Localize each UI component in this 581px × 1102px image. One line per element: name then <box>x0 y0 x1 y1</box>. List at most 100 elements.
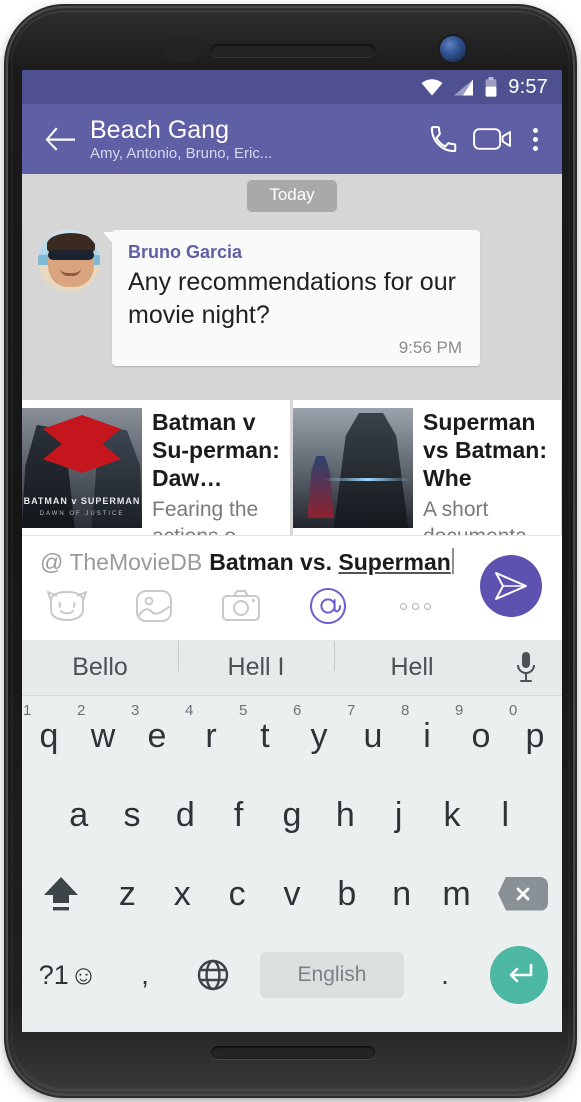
key-label: i <box>423 716 431 755</box>
poster-title-line1: BATMAN v SUPERMAN <box>23 496 141 506</box>
period-key[interactable]: . <box>414 959 476 991</box>
movie-results-carousel[interactable]: BATMAN v SUPERMAN DAWN OF JUSTICE Batman… <box>22 400 562 535</box>
date-chip-row: Today <box>22 174 562 212</box>
key-label: z <box>118 874 136 913</box>
enter-icon <box>509 963 533 983</box>
key-label: c <box>228 874 246 913</box>
wifi-icon <box>421 78 443 96</box>
key-t[interactable]: 5t <box>238 696 292 775</box>
on-screen-keyboard: Bello Hell I Hell 1q 2w 3e 4r 5t 6y 7u 8… <box>22 640 562 1032</box>
key-label: a <box>69 795 89 834</box>
key-label: r <box>205 716 217 755</box>
message-bubble[interactable]: Bruno Garcia Any recommendations for our… <box>112 230 480 366</box>
spacebar[interactable]: English <box>260 952 404 998</box>
suggestion-item[interactable]: Hell I <box>178 641 334 682</box>
date-chip: Today <box>247 180 337 212</box>
movie-card[interactable]: Superman vs Batman: Whe A short document… <box>293 400 561 535</box>
language-globe-icon[interactable] <box>176 958 250 992</box>
key-u[interactable]: 7u <box>346 696 400 775</box>
poster-title-line2: DAWN OF JUSTICE <box>39 511 125 517</box>
key-label: q <box>39 716 59 755</box>
key-label: o <box>471 716 491 755</box>
composer-input-line[interactable]: @ TheMovieDB Batman vs. Superman <box>22 536 562 576</box>
movie-title: Batman v Su-perman: Daw… <box>152 409 280 491</box>
sticker-icon[interactable] <box>44 586 90 626</box>
backspace-icon[interactable] <box>484 854 562 933</box>
mention-icon[interactable] <box>305 586 351 626</box>
key-s[interactable]: s <box>105 775 158 854</box>
key-i[interactable]: 8i <box>400 696 454 775</box>
suggestion-bar: Bello Hell I Hell <box>22 640 562 696</box>
key-label: m <box>442 874 471 913</box>
key-e[interactable]: 3e <box>130 696 184 775</box>
chat-title-block[interactable]: Beach Gang Amy, Antonio, Bruno, Eric... <box>82 116 418 163</box>
message-timestamp: 9:56 PM <box>398 338 462 357</box>
video-call-icon[interactable] <box>468 125 518 153</box>
key-x[interactable]: x <box>155 854 210 933</box>
key-label: h <box>335 795 355 834</box>
key-m[interactable]: m <box>429 854 484 933</box>
key-n[interactable]: n <box>374 854 429 933</box>
more-icon[interactable] <box>392 586 438 626</box>
back-arrow-icon[interactable] <box>38 127 82 151</box>
shift-icon[interactable] <box>22 854 100 933</box>
message-composer: @ TheMovieDB Batman vs. Superman <box>22 535 562 640</box>
movie-card-text: Batman v Su-perman: Daw… Fearing the act… <box>142 400 290 535</box>
proximity-sensor <box>163 38 201 62</box>
movie-card[interactable]: BATMAN v SUPERMAN DAWN OF JUSTICE Batman… <box>22 400 290 535</box>
key-label: l <box>501 795 510 834</box>
text-caret <box>451 548 454 574</box>
earpiece-speaker <box>211 44 375 57</box>
movie-title: Superman vs Batman: Whe <box>423 409 547 491</box>
key-label: p <box>525 716 545 755</box>
key-label: s <box>123 795 141 834</box>
key-label: v <box>283 874 301 913</box>
message-row: Bruno Garcia Any recommendations for our… <box>22 212 562 366</box>
key-label: b <box>337 874 357 913</box>
key-label: t <box>260 716 270 755</box>
bubble-tail <box>103 232 117 248</box>
enter-key[interactable] <box>476 946 562 1004</box>
chat-participants: Amy, Antonio, Bruno, Eric... <box>90 144 273 162</box>
key-p[interactable]: 0p <box>508 696 562 775</box>
key-y[interactable]: 6y <box>292 696 346 775</box>
query-underlined: Superman <box>338 549 451 575</box>
key-o[interactable]: 9o <box>454 696 508 775</box>
key-label: d <box>175 795 195 834</box>
key-v[interactable]: v <box>265 854 320 933</box>
key-h[interactable]: h <box>319 775 372 854</box>
key-g[interactable]: g <box>265 775 318 854</box>
key-r[interactable]: 4r <box>184 696 238 775</box>
avatar[interactable] <box>38 230 100 292</box>
key-label: k <box>443 795 461 834</box>
search-input[interactable]: Batman vs. Superman <box>202 548 454 576</box>
phone-call-icon[interactable] <box>418 124 468 155</box>
key-c[interactable]: c <box>210 854 265 933</box>
gallery-icon[interactable] <box>131 586 177 626</box>
key-q[interactable]: 1q <box>22 696 76 775</box>
key-l[interactable]: l <box>479 775 532 854</box>
suggestion-item[interactable]: Hell <box>334 641 490 682</box>
key-j[interactable]: j <box>372 775 425 854</box>
key-f[interactable]: f <box>212 775 265 854</box>
message-bubble-wrapper: Bruno Garcia Any recommendations for our… <box>103 230 480 366</box>
signal-icon <box>454 79 474 96</box>
front-camera <box>440 36 466 62</box>
microphone-icon[interactable] <box>490 651 562 685</box>
send-button[interactable] <box>480 555 542 617</box>
key-label: n <box>392 874 412 913</box>
key-z[interactable]: z <box>100 854 155 933</box>
key-a[interactable]: a <box>52 775 105 854</box>
overflow-menu-icon[interactable] <box>518 127 552 151</box>
symbols-key[interactable]: ?1 ☺ <box>22 960 114 991</box>
keyboard-row-2: a s d f g h j k l <box>22 775 562 854</box>
camera-icon[interactable] <box>218 586 264 626</box>
key-d[interactable]: d <box>159 775 212 854</box>
key-b[interactable]: b <box>319 854 374 933</box>
key-w[interactable]: 2w <box>76 696 130 775</box>
key-label: y <box>310 716 328 755</box>
key-k[interactable]: k <box>425 775 478 854</box>
comma-key[interactable]: , <box>114 959 176 991</box>
key-label: g <box>282 795 302 834</box>
suggestion-item[interactable]: Bello <box>22 653 178 682</box>
